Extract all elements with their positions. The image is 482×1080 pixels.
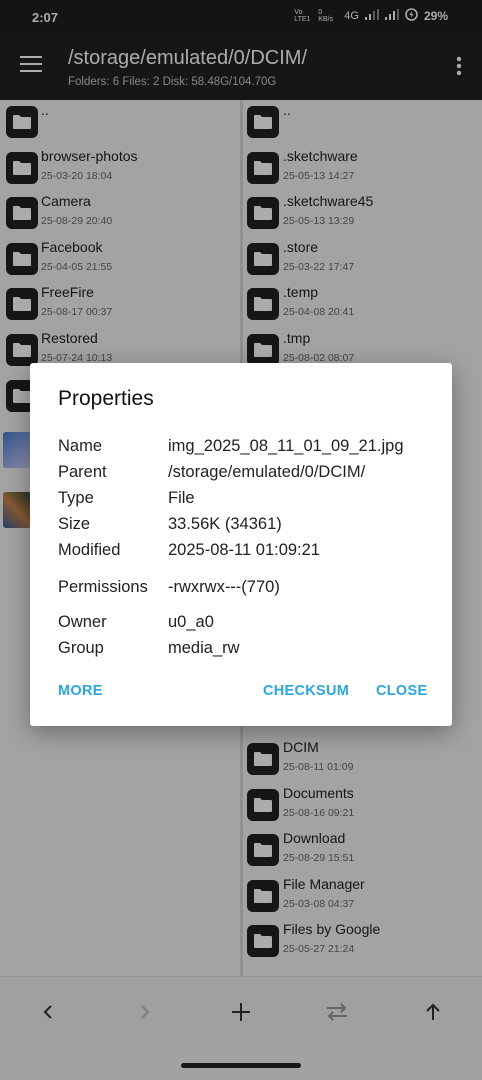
prop-value-type: File	[168, 489, 195, 507]
prop-label-owner: Owner	[58, 613, 107, 631]
properties-dialog: Properties Name img_2025_08_11_01_09_21.…	[30, 363, 452, 726]
checksum-button[interactable]: CHECKSUM	[263, 683, 349, 699]
prop-value-group: media_rw	[168, 639, 240, 657]
prop-value-modified: 2025-08-11 01:09:21	[168, 541, 320, 559]
prop-label-permissions: Permissions	[58, 578, 148, 596]
close-button[interactable]: CLOSE	[376, 683, 427, 699]
prop-value-name: img_2025_08_11_01_09_21.jpg	[168, 437, 404, 455]
prop-value-owner: u0_a0	[168, 613, 214, 631]
prop-value-permissions: -rwxrwx---(770)	[168, 578, 280, 596]
prop-label-type: Type	[58, 489, 94, 507]
prop-value-size: 33.56K (34361)	[168, 515, 282, 533]
prop-label-name: Name	[58, 437, 103, 455]
more-button[interactable]: MORE	[58, 683, 103, 699]
prop-label-size: Size	[58, 515, 91, 533]
prop-label-parent: Parent	[58, 463, 107, 481]
prop-label-group: Group	[58, 639, 104, 657]
prop-value-parent: /storage/emulated/0/DCIM/	[168, 463, 366, 481]
dialog-title: Properties	[58, 387, 154, 410]
prop-label-modified: Modified	[58, 541, 121, 559]
